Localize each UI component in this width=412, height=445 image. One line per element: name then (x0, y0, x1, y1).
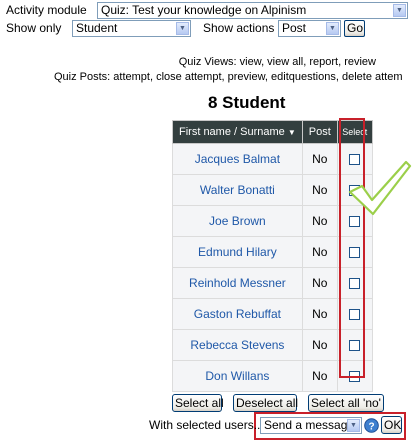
post-status-cell: No (301, 205, 338, 237)
show-only-value: Student (76, 21, 118, 35)
post-status-cell: No (301, 174, 338, 206)
chevron-down-icon: ▼ (347, 419, 360, 432)
select-column-highlight (339, 118, 365, 378)
activity-module-select[interactable]: Quiz: Test your knowledge on Alpinism ▼ (97, 2, 408, 19)
participant-name-link[interactable]: Walter Bonatti (172, 174, 303, 206)
activity-module-label: Activity module (6, 3, 87, 17)
deselect-all-button[interactable]: Deselect all (233, 394, 298, 412)
quiz-views-text: Quiz Views: view, view all, report, revi… (178, 56, 376, 68)
post-status-cell: No (301, 360, 338, 392)
participant-name-link[interactable]: Don Willans (172, 360, 303, 392)
svg-text:?: ? (368, 421, 374, 432)
show-actions-value: Post (282, 21, 307, 35)
select-all-no-button[interactable]: Select all 'no' (308, 394, 384, 412)
post-status-cell: No (301, 267, 338, 299)
participant-name-link[interactable]: Reinhold Messner (172, 267, 303, 299)
chevron-down-icon: ▼ (176, 22, 189, 35)
show-actions-select[interactable]: Post ▼ (278, 20, 341, 37)
page-title: 8 Student (208, 93, 286, 112)
participant-name-link[interactable]: Rebecca Stevens (172, 329, 303, 361)
participant-name-link[interactable]: Edmund Hilary (172, 236, 303, 268)
post-status-cell: No (301, 236, 338, 268)
bulk-action-value: Send a message (264, 418, 355, 432)
participant-name-link[interactable]: Joe Brown (172, 205, 303, 237)
show-actions-label: Show actions (203, 21, 275, 35)
first-name-sort-link[interactable]: First name (179, 126, 231, 138)
show-only-select[interactable]: Student ▼ (72, 20, 191, 37)
post-status-cell: No (301, 298, 338, 330)
help-icon[interactable]: ? (364, 418, 379, 433)
activity-module-value: Quiz: Test your knowledge on Alpinism (101, 3, 307, 17)
sort-arrow-icon: ▼ (287, 128, 296, 137)
participant-name-link[interactable]: Jacques Balmat (172, 143, 303, 175)
post-status-cell: No (301, 329, 338, 361)
show-only-label: Show only (6, 21, 62, 35)
ok-button[interactable]: OK (381, 416, 402, 434)
name-column-header[interactable]: First name / Surname ▼ (172, 120, 303, 144)
check-mark-icon (348, 160, 412, 216)
name-separator: / (234, 126, 238, 138)
participant-name-link[interactable]: Gaston Rebuffat (172, 298, 303, 330)
chevron-down-icon: ▼ (326, 22, 339, 35)
post-status-cell: No (301, 143, 338, 175)
bulk-action-select[interactable]: Send a message ▼ (260, 417, 362, 434)
post-column-header: Post (301, 120, 338, 144)
go-button[interactable]: Go (344, 20, 365, 37)
with-selected-users-label: With selected users... (149, 418, 264, 432)
chevron-down-icon: ▼ (393, 4, 406, 17)
quiz-posts-text: Quiz Posts: attempt, close attempt, prev… (54, 71, 403, 83)
surname-sort-link[interactable]: Surname (240, 126, 285, 138)
select-all-button[interactable]: Select all (172, 394, 224, 412)
